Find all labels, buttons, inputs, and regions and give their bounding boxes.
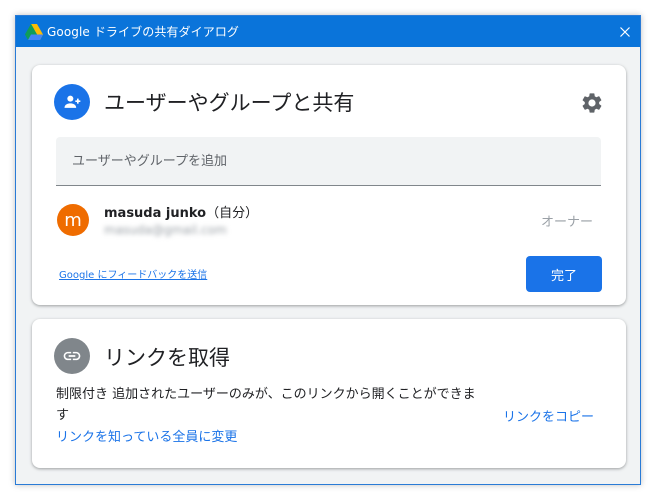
restriction-detail: 追加されたユーザーのみが、このリンクから開くことができます: [56, 387, 476, 423]
person-add-icon: [64, 95, 81, 108]
share-card: ユーザーやグループと共有 m masuda junko（自分） masuda@g…: [32, 65, 626, 305]
avatar: m: [57, 204, 89, 236]
share-heading: ユーザーやグループと共有: [104, 91, 355, 115]
close-button[interactable]: [610, 16, 640, 47]
done-button[interactable]: 完了: [526, 256, 602, 292]
title-bar[interactable]: Google ドライブの共有ダイアログ: [16, 16, 640, 47]
change-access-link[interactable]: リンクを知っている全員に変更: [56, 426, 237, 445]
self-tag: （自分）: [206, 206, 259, 221]
gear-icon[interactable]: [580, 91, 604, 115]
link-icon: [63, 351, 81, 361]
share-avatar: [54, 84, 90, 120]
add-people-input[interactable]: [56, 137, 601, 186]
owner-role: オーナー: [540, 215, 593, 230]
google-drive-icon: [25, 23, 43, 40]
user-name-row: masuda junko（自分）: [104, 202, 258, 221]
feedback-link[interactable]: Google にフィードバックを送信: [59, 266, 207, 281]
user-email: masuda@gmail.com: [104, 223, 227, 237]
share-dialog-window: Google ドライブの共有ダイアログ ユーザーやグループと共有 m masud…: [15, 15, 641, 485]
link-heading: リンクを取得: [104, 346, 230, 370]
link-avatar: [54, 338, 90, 374]
user-name: masuda junko: [104, 206, 207, 221]
access-description: 制限付き 追加されたユーザーのみが、このリンクから開くことができます: [56, 384, 486, 426]
copy-link-button[interactable]: リンクをコピー: [503, 406, 594, 425]
window-title: Google ドライブの共有ダイアログ: [47, 25, 240, 39]
close-icon: [620, 26, 630, 37]
link-card: リンクを取得 制限付き 追加されたユーザーのみが、このリンクから開くことができま…: [32, 319, 626, 468]
restriction-label[interactable]: 制限付き: [56, 387, 108, 402]
